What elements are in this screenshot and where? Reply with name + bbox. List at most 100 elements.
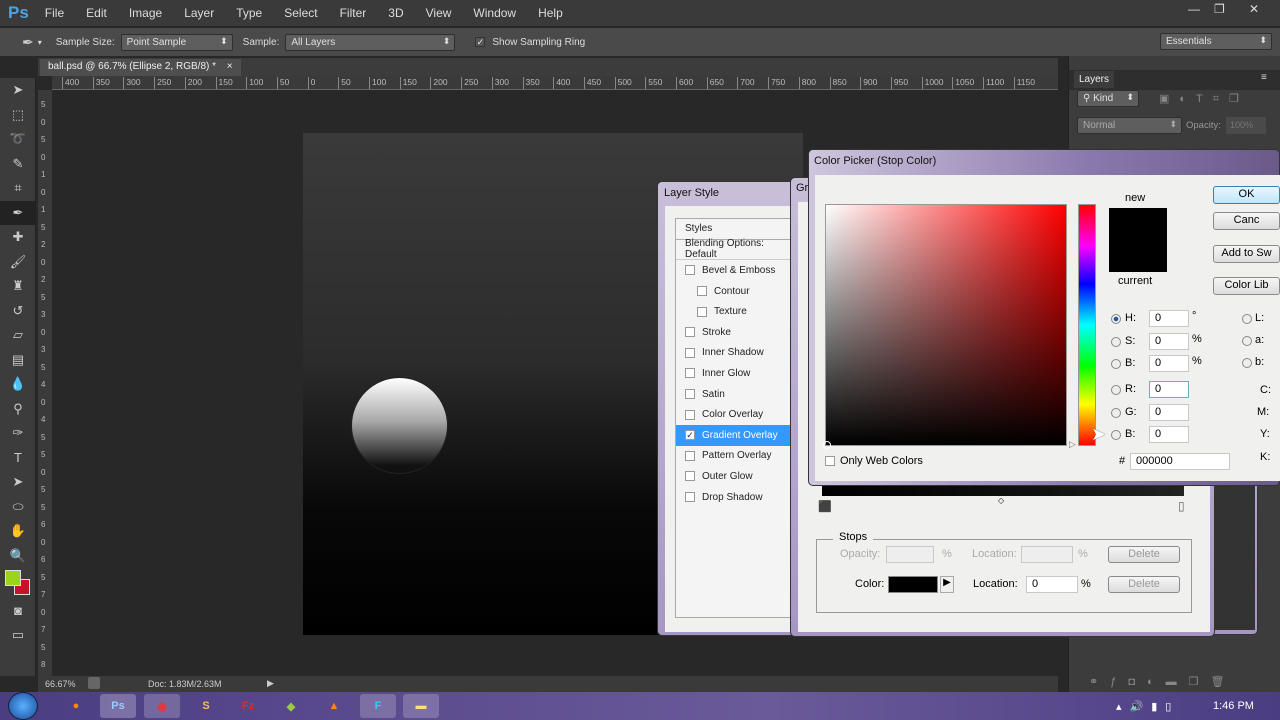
color-libraries-button[interactable]: Color Lib: [1213, 277, 1280, 295]
workspace-select[interactable]: Essentials: [1160, 33, 1272, 50]
taskbar-firefox[interactable]: ●: [58, 694, 94, 718]
saturation-brightness-field[interactable]: [825, 204, 1067, 446]
brush-tool-icon[interactable]: 🖌: [0, 250, 36, 275]
close-tab-icon[interactable]: ×: [227, 61, 233, 72]
tool-preset-dropdown-icon[interactable]: ▾: [38, 38, 42, 47]
close-button[interactable]: ✕: [1249, 2, 1259, 16]
color-mode-radio[interactable]: [1111, 385, 1121, 395]
hex-field[interactable]: 000000: [1130, 453, 1230, 470]
only-web-colors-checkbox[interactable]: [825, 456, 835, 466]
styles-header[interactable]: Styles: [676, 219, 797, 240]
midpoint-diamond-icon[interactable]: ◇: [998, 496, 1004, 505]
blending-options[interactable]: Blending Options: Default: [676, 238, 797, 260]
color-mode-radio[interactable]: [1111, 359, 1121, 369]
layer-style-checkbox[interactable]: [685, 265, 695, 276]
start-button[interactable]: [8, 692, 38, 720]
layer-style-checkbox[interactable]: [685, 409, 695, 420]
layer-style-item[interactable]: Stroke: [676, 322, 797, 343]
eyedropper-icon[interactable]: ✒: [22, 34, 34, 51]
taskbar-filezilla[interactable]: Fz: [230, 694, 266, 718]
zoom-level[interactable]: 66.67%: [45, 679, 76, 689]
layer-style-item[interactable]: Inner Glow: [676, 363, 797, 384]
menu-help[interactable]: Help: [538, 6, 563, 20]
layer-style-checkbox[interactable]: [685, 492, 695, 503]
layer-filter-select[interactable]: ⚲ Kind: [1077, 90, 1139, 107]
menu-3d[interactable]: 3D: [388, 6, 403, 20]
menu-file[interactable]: File: [45, 6, 64, 20]
status-info-icon[interactable]: [88, 677, 100, 689]
layer-style-checkbox[interactable]: [685, 450, 695, 461]
layer-style-checkbox[interactable]: [685, 471, 695, 482]
document-tab[interactable]: ball.psd @ 66.7% (Ellipse 2, RGB/8) * ×: [40, 59, 241, 76]
delete-opacity-stop-button[interactable]: Delete: [1108, 546, 1180, 563]
layer-style-item[interactable]: Inner Shadow: [676, 343, 797, 364]
color-value-field[interactable]: 0: [1149, 404, 1189, 421]
menu-select[interactable]: Select: [284, 6, 317, 20]
layer-style-item[interactable]: Outer Glow: [676, 466, 797, 487]
layer-style-checkbox[interactable]: [697, 286, 707, 297]
marquee-tool-icon[interactable]: ⬚: [0, 103, 36, 128]
taskbar-chrome[interactable]: ◉: [144, 694, 180, 718]
layer-filter-icons[interactable]: ▣◐T⌗❐: [1159, 92, 1249, 106]
lab-a-radio[interactable]: [1242, 336, 1252, 346]
healing-brush-tool-icon[interactable]: ✚: [0, 225, 36, 250]
color-value-field[interactable]: 0: [1149, 333, 1189, 350]
status-menu-arrow-icon[interactable]: ▶: [267, 678, 274, 689]
menu-type[interactable]: Type: [236, 6, 262, 20]
sample-select[interactable]: All Layers: [285, 33, 456, 51]
crop-tool-icon[interactable]: ⌗: [0, 176, 36, 201]
color-stop-black-icon[interactable]: ⬛: [818, 500, 832, 513]
layer-style-checkbox[interactable]: [685, 389, 695, 400]
color-value-field[interactable]: 0: [1149, 310, 1189, 327]
layer-style-checkbox[interactable]: [697, 306, 707, 317]
taskbar-photoshop[interactable]: Ps: [100, 694, 136, 718]
layer-style-item[interactable]: Drop Shadow: [676, 487, 797, 508]
lab-l-radio[interactable]: [1242, 314, 1252, 324]
cancel-button[interactable]: Canc: [1213, 212, 1280, 230]
vertical-ruler[interactable]: 5 0 5 0 1 0 1 5 2 0 2 5 3 0 3 5 4 0 4 5 5 0 5 5 6 0 6 5 7 0 7 5 8: [38, 90, 52, 676]
lasso-tool-icon[interactable]: ➰: [0, 127, 36, 152]
hue-slider[interactable]: [1078, 204, 1096, 446]
color-value-field[interactable]: 0: [1149, 426, 1189, 443]
taskbar-sublime[interactable]: S: [188, 694, 224, 718]
panel-menu-icon[interactable]: ≡: [1261, 72, 1267, 83]
layer-style-checkbox[interactable]: [685, 327, 695, 338]
color-location-field[interactable]: 0: [1026, 576, 1078, 593]
layer-style-checkbox[interactable]: ✓: [685, 430, 695, 441]
move-tool-icon[interactable]: ➤: [0, 78, 36, 103]
color-mode-radio[interactable]: [1111, 408, 1121, 418]
blend-mode-select[interactable]: Normal: [1077, 117, 1182, 134]
taskbar-explorer[interactable]: ▬: [403, 694, 439, 718]
color-field-cursor[interactable]: [823, 441, 831, 449]
pen-tool-icon[interactable]: ✑: [0, 421, 36, 446]
layer-style-item[interactable]: ✓ Gradient Overlay: [676, 424, 797, 446]
color-mode-radio[interactable]: [1111, 314, 1121, 324]
history-brush-tool-icon[interactable]: ↺: [0, 299, 36, 324]
minimize-button[interactable]: —: [1188, 2, 1200, 16]
tray-icons[interactable]: ▴🔊▮▯: [1116, 700, 1179, 713]
menu-layer[interactable]: Layer: [184, 6, 214, 20]
layer-style-checkbox[interactable]: [685, 347, 695, 358]
maximize-button[interactable]: ❐: [1214, 2, 1225, 16]
layer-style-item[interactable]: Color Overlay: [676, 404, 797, 425]
hue-slider-handle-icon[interactable]: ▷: [1069, 439, 1076, 450]
type-tool-icon[interactable]: T: [0, 446, 36, 471]
taskbar-vlc[interactable]: ▲: [316, 694, 352, 718]
lab-b-radio[interactable]: [1242, 358, 1252, 368]
stop-color-swatch[interactable]: [888, 576, 938, 593]
menu-view[interactable]: View: [426, 6, 452, 20]
menu-edit[interactable]: Edit: [86, 6, 107, 20]
layer-style-item[interactable]: Texture: [676, 301, 797, 322]
quick-select-tool-icon[interactable]: ✎: [0, 152, 36, 177]
show-sampling-ring-checkbox[interactable]: ✓: [475, 37, 486, 47]
color-mode-radio[interactable]: [1111, 337, 1121, 347]
layer-style-item[interactable]: Satin: [676, 384, 797, 405]
color-menu-arrow-icon[interactable]: ▶: [940, 576, 954, 593]
clock[interactable]: 1:46 PM: [1213, 700, 1254, 712]
layer-style-item[interactable]: Pattern Overlay: [676, 446, 797, 467]
screen-mode-icon[interactable]: ▭: [0, 623, 36, 648]
add-to-swatches-button[interactable]: Add to Sw: [1213, 245, 1280, 263]
layer-actions-icons[interactable]: ⚭ƒ◘◐▬❐🗑: [1089, 675, 1236, 688]
layer-style-item[interactable]: Contour: [676, 281, 797, 302]
ok-button[interactable]: OK: [1213, 186, 1280, 204]
